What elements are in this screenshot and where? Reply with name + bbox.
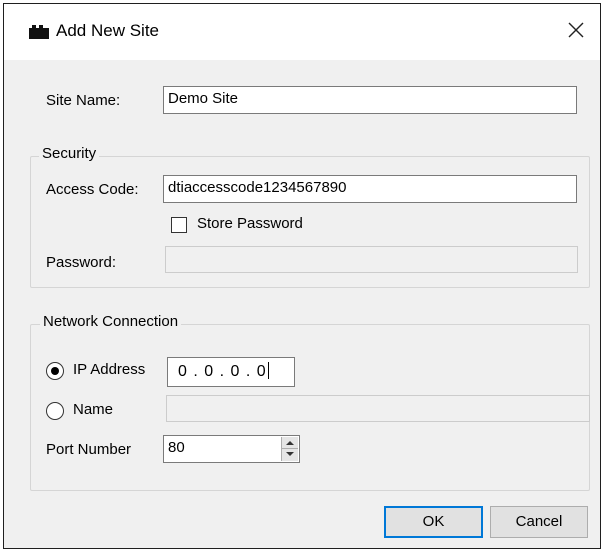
store-password-label[interactable]: Store Password — [197, 215, 303, 232]
spin-down-button[interactable] — [282, 449, 298, 461]
name-radio[interactable] — [46, 402, 64, 420]
port-number-value: 80 — [168, 439, 185, 456]
ip-address-value: 0 . 0 . 0 . 0 — [178, 363, 267, 380]
ok-button[interactable]: OK — [384, 506, 483, 538]
spin-up-button[interactable] — [282, 437, 298, 449]
access-code-input[interactable]: dtiaccesscode1234567890 — [163, 175, 577, 203]
password-label: Password: — [46, 254, 117, 271]
password-input — [165, 246, 578, 273]
ip-address-input[interactable]: 0 . 0 . 0 . 0 — [167, 357, 295, 387]
dialog-title: Add New Site — [56, 21, 159, 40]
name-label[interactable]: Name — [73, 401, 113, 418]
name-input — [166, 395, 590, 422]
spin-buttons[interactable] — [281, 437, 298, 461]
text-caret — [267, 362, 269, 379]
security-group-label: Security — [39, 145, 100, 162]
access-code-label: Access Code: — [46, 181, 139, 198]
site-name-label: Site Name: — [46, 92, 121, 109]
port-number-stepper[interactable]: 80 — [163, 435, 300, 463]
close-icon[interactable] — [564, 18, 588, 42]
arrow-up-icon — [286, 441, 294, 445]
ip-address-radio[interactable] — [46, 362, 64, 380]
network-connection-group-label: Network Connection — [40, 313, 182, 330]
folder-icon — [29, 25, 49, 39]
port-number-label: Port Number — [46, 441, 132, 458]
store-password-checkbox[interactable] — [171, 217, 187, 233]
radio-selected-dot — [51, 367, 59, 375]
title-bar[interactable]: Add New Site — [4, 4, 600, 60]
arrow-down-icon — [286, 452, 294, 456]
ip-address-label[interactable]: IP Address — [73, 361, 145, 378]
add-new-site-dialog: Add New Site Site Name: Demo Site Securi… — [3, 3, 601, 549]
cancel-button[interactable]: Cancel — [490, 506, 588, 538]
site-name-input[interactable]: Demo Site — [163, 86, 577, 114]
